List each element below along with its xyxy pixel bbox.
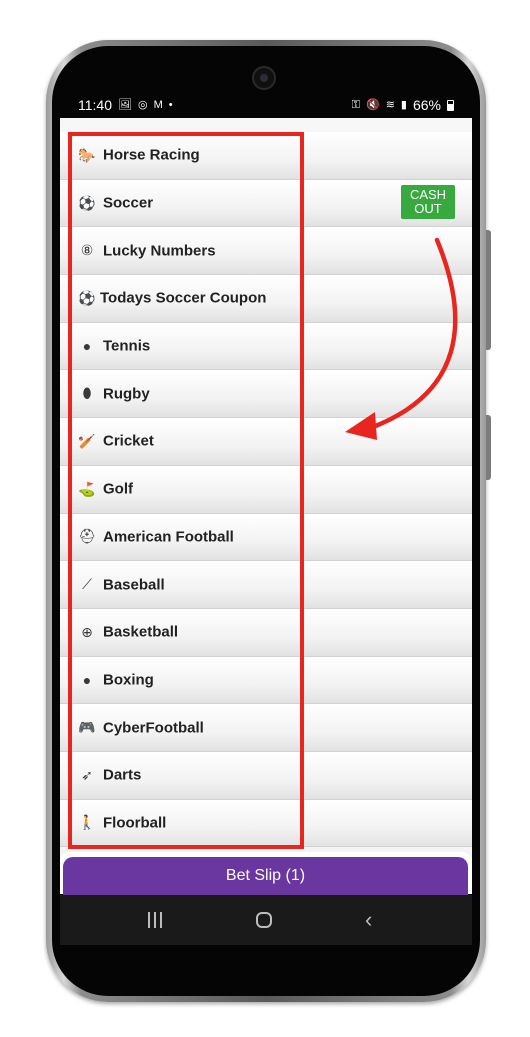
sport-item-tennis[interactable]: ● Tennis: [60, 322, 472, 371]
sport-item-label: Soccer: [103, 194, 154, 212]
sport-item-label: CyberFootball: [103, 719, 204, 737]
sports-menu: 🐎 Horse Racing ⚽ Soccer ⑧ Lucky Numbers ⚽ Today…: [60, 132, 472, 848]
app-screen: 🐎 Horse Racing ⚽ Soccer ⑧ Lucky Numbers ⚽ Today…: [60, 118, 472, 894]
sport-item-label: Baseball: [103, 576, 165, 594]
sport-item-label: Todays Soccer Coupon: [100, 289, 267, 307]
key-icon: ⚿: [351, 99, 360, 111]
sport-item-label: Basketball: [103, 623, 179, 641]
sport-item-label: Lucky Numbers: [103, 242, 216, 260]
sport-item-boxing[interactable]: ● Boxing: [60, 656, 472, 705]
sport-item-basketball[interactable]: ⊕ Basketball: [60, 608, 472, 657]
status-time: 11:40: [78, 97, 112, 113]
home-icon[interactable]: [256, 912, 272, 928]
sport-item-label: Tennis: [103, 337, 151, 355]
soccer-ball-icon: ⚽: [78, 194, 96, 211]
wifi-icon: ≋: [385, 99, 395, 111]
cash-out-button[interactable]: CASH OUT: [401, 185, 455, 219]
sport-item-label: Cricket: [103, 432, 154, 450]
basketball-icon: ⊕: [81, 623, 93, 640]
sport-item-rugby[interactable]: ⬮ Rugby: [60, 370, 472, 419]
bet-slip-button[interactable]: Bet Slip (1): [63, 857, 468, 895]
battery-percent: 66%: [412, 97, 441, 113]
horse-icon: 🐎: [78, 146, 96, 163]
gallery-icon: 🖼: [118, 99, 132, 111]
sport-item-label: Floorball: [103, 814, 167, 832]
battery-icon: [447, 99, 454, 111]
boxing-glove-icon: ●: [82, 671, 92, 688]
status-bar: 11:40 🖼 ◎ M • ⚿ 🔇 ≋ ▮ 66%: [60, 92, 472, 118]
sport-item-label: Rugby: [103, 385, 150, 403]
whatsapp-icon: ◎: [137, 99, 148, 111]
sport-item-label: Golf: [103, 480, 133, 498]
football-helmet-icon: ⛑: [78, 528, 96, 545]
power-button: [486, 415, 491, 480]
dart-icon: ➶: [81, 766, 93, 783]
sport-item-american-football[interactable]: ⛑ American Football: [60, 513, 472, 562]
sport-item-baseball[interactable]: ⟋ Baseball: [60, 561, 472, 609]
sport-item-todays-soccer-coupon[interactable]: ⚽ Todays Soccer Coupon: [60, 275, 472, 323]
sport-item-cyberfootball[interactable]: 🎮 CyberFootball: [60, 704, 472, 752]
sport-item-golf[interactable]: ⛳ Golf: [60, 465, 472, 514]
soccer-ball-icon: ⚽: [78, 289, 96, 306]
volume-button: [486, 230, 491, 350]
gmail-icon: M: [153, 99, 163, 111]
android-nav-bar: ‹: [60, 895, 472, 945]
rugby-ball-icon: ⬮: [82, 385, 92, 402]
front-camera: [252, 66, 276, 90]
sport-item-label: Boxing: [103, 671, 154, 689]
tennis-ball-icon: ●: [82, 338, 92, 355]
sport-item-label: Darts: [103, 766, 142, 784]
gamepad-icon: 🎮: [78, 719, 96, 736]
eight-ball-icon: ⑧: [80, 242, 94, 259]
mute-icon: 🔇: [365, 99, 380, 111]
back-icon[interactable]: ‹: [365, 909, 372, 931]
baseball-bat-icon: ⟋: [82, 576, 92, 593]
sport-item-cricket[interactable]: 🏏 Cricket: [60, 418, 472, 466]
sport-item-label: Horse Racing: [103, 146, 200, 164]
list-top-edge: [60, 118, 472, 132]
sport-item-lucky-numbers[interactable]: ⑧ Lucky Numbers: [60, 227, 472, 276]
sport-item-floorball[interactable]: 🚶 Floorball: [60, 799, 472, 848]
dot-icon: •: [168, 99, 173, 111]
floorball-player-icon: 🚶: [78, 814, 96, 831]
cricket-player-icon: 🏏: [78, 432, 96, 449]
sport-item-horse-racing[interactable]: 🐎 Horse Racing: [60, 132, 472, 180]
signal-icon: ▮: [400, 99, 407, 111]
recent-apps-icon[interactable]: [148, 912, 162, 928]
golf-bag-icon: ⛳: [78, 480, 96, 497]
sport-item-label: American Football: [103, 528, 234, 546]
sport-item-darts[interactable]: ➶ Darts: [60, 751, 472, 800]
